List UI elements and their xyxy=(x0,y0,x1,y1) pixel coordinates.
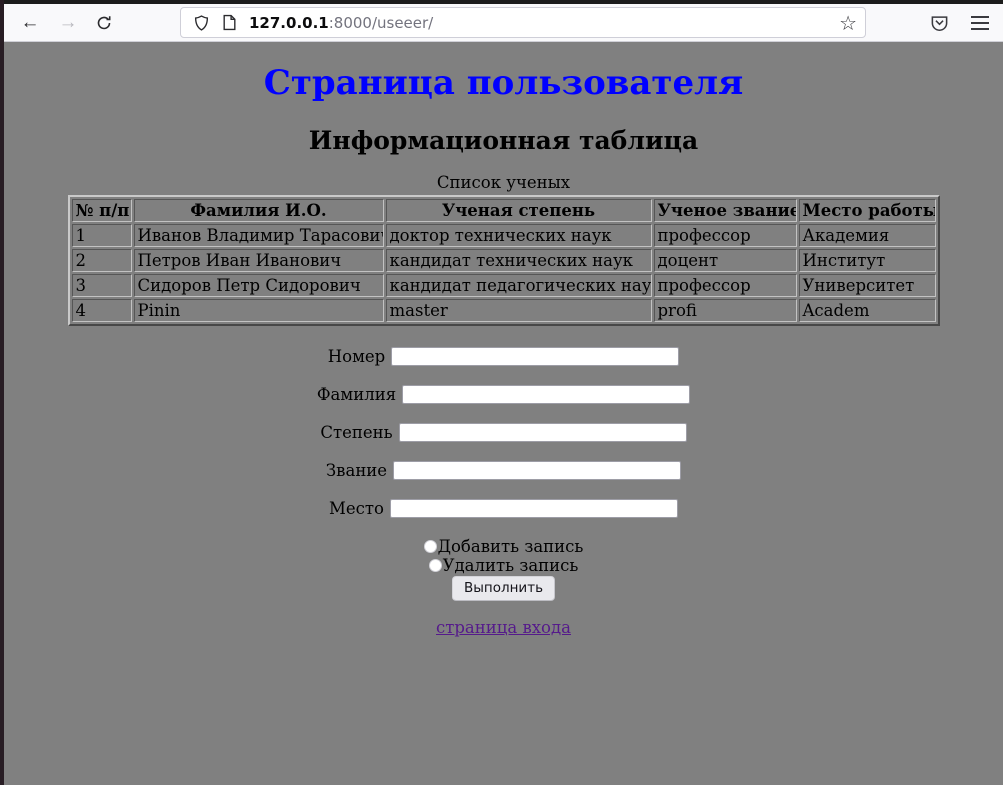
page-subtitle: Информационная таблица xyxy=(4,126,1003,155)
cell-surname: Pinin xyxy=(134,299,384,322)
url-text[interactable]: 127.0.0.1:8000/useeer/ xyxy=(249,14,839,32)
delete-record-label: Удалить запись xyxy=(443,556,579,575)
menu-icon[interactable] xyxy=(971,16,989,30)
cell-number: 4 xyxy=(72,299,132,322)
pocket-icon[interactable] xyxy=(930,13,949,32)
execute-button[interactable]: Выполнить xyxy=(452,576,555,600)
window-frame-top xyxy=(0,0,1003,4)
number-label: Номер xyxy=(328,347,385,366)
cell-rank: профессор xyxy=(654,224,797,247)
table-caption: Список ученых xyxy=(68,173,940,195)
url-path: :8000/useeer/ xyxy=(329,14,434,32)
cell-rank: доцент xyxy=(654,249,797,272)
cell-surname: Петров Иван Иванович xyxy=(134,249,384,272)
page-title: Страница пользователя xyxy=(4,64,1003,103)
reload-icon[interactable] xyxy=(92,11,116,35)
page-info-icon[interactable] xyxy=(219,13,239,33)
cell-place: Университет xyxy=(799,274,936,297)
cell-place: Academ xyxy=(799,299,936,322)
cell-surname: Сидоров Петр Сидорович xyxy=(134,274,384,297)
form-row-rank: Звание xyxy=(4,461,1003,480)
forward-icon[interactable]: → xyxy=(56,11,80,35)
rank-input[interactable] xyxy=(393,461,681,480)
url-domain: 127.0.0.1 xyxy=(249,14,329,32)
cell-degree: кандидат педагогических наук xyxy=(386,274,652,297)
number-input[interactable] xyxy=(391,347,679,366)
cell-number: 3 xyxy=(72,274,132,297)
page-content: Страница пользователя Информационная таб… xyxy=(4,43,1003,785)
add-record-label: Добавить запись xyxy=(438,537,584,556)
header-place: Место работы xyxy=(799,199,936,222)
degree-input[interactable] xyxy=(399,423,687,442)
url-bar[interactable]: 127.0.0.1:8000/useeer/ ☆ xyxy=(180,7,866,38)
radio-row-add: Добавить запись xyxy=(4,537,1003,556)
add-record-radio[interactable] xyxy=(424,540,437,553)
cell-degree: master xyxy=(386,299,652,322)
surname-input[interactable] xyxy=(402,385,690,404)
cell-surname: Иванов Владимир Тарасович xyxy=(134,224,384,247)
cell-rank: профессор xyxy=(654,274,797,297)
place-input[interactable] xyxy=(390,499,678,518)
table-row: 4 Pinin master profi Academ xyxy=(72,299,936,322)
header-surname: Фамилия И.О. xyxy=(134,199,384,222)
window-frame-left xyxy=(0,0,4,785)
radio-row-delete: Удалить запись xyxy=(4,556,1003,575)
back-icon[interactable]: ← xyxy=(18,11,42,35)
cell-rank: profi xyxy=(654,299,797,322)
login-page-link[interactable]: страница входа xyxy=(436,618,571,637)
shield-icon[interactable] xyxy=(191,13,211,33)
cell-degree: кандидат технических наук xyxy=(386,249,652,272)
delete-record-radio[interactable] xyxy=(429,559,442,572)
scientists-table: Список ученых № п/п Фамилия И.О. Ученая … xyxy=(68,173,940,326)
cell-place: Институт xyxy=(799,249,936,272)
cell-number: 2 xyxy=(72,249,132,272)
degree-label: Степень xyxy=(320,423,392,442)
cell-number: 1 xyxy=(72,224,132,247)
form-row-surname: Фамилия xyxy=(4,385,1003,404)
table-row: 3 Сидоров Петр Сидорович кандидат педаго… xyxy=(72,274,936,297)
record-form: Номер Фамилия Степень Звание Место Добав… xyxy=(4,347,1003,600)
header-number: № п/п xyxy=(72,199,132,222)
rank-label: Звание xyxy=(326,461,387,480)
header-degree: Ученая степень xyxy=(386,199,652,222)
form-row-number: Номер xyxy=(4,347,1003,366)
browser-toolbar: ← → 127.0.0.1:8000/useeer/ ☆ xyxy=(4,4,1003,42)
table-row: 2 Петров Иван Иванович кандидат техничес… xyxy=(72,249,936,272)
table-row: 1 Иванов Владимир Тарасович доктор техни… xyxy=(72,224,936,247)
form-row-degree: Степень xyxy=(4,423,1003,442)
form-row-place: Место xyxy=(4,499,1003,518)
place-label: Место xyxy=(329,499,384,518)
bookmark-star-icon[interactable]: ☆ xyxy=(839,13,857,33)
header-rank: Ученое звание xyxy=(654,199,797,222)
cell-place: Академия xyxy=(799,224,936,247)
cell-degree: доктор технических наук xyxy=(386,224,652,247)
table-header-row: № п/п Фамилия И.О. Ученая степень Ученое… xyxy=(72,199,936,222)
surname-label: Фамилия xyxy=(317,385,396,404)
